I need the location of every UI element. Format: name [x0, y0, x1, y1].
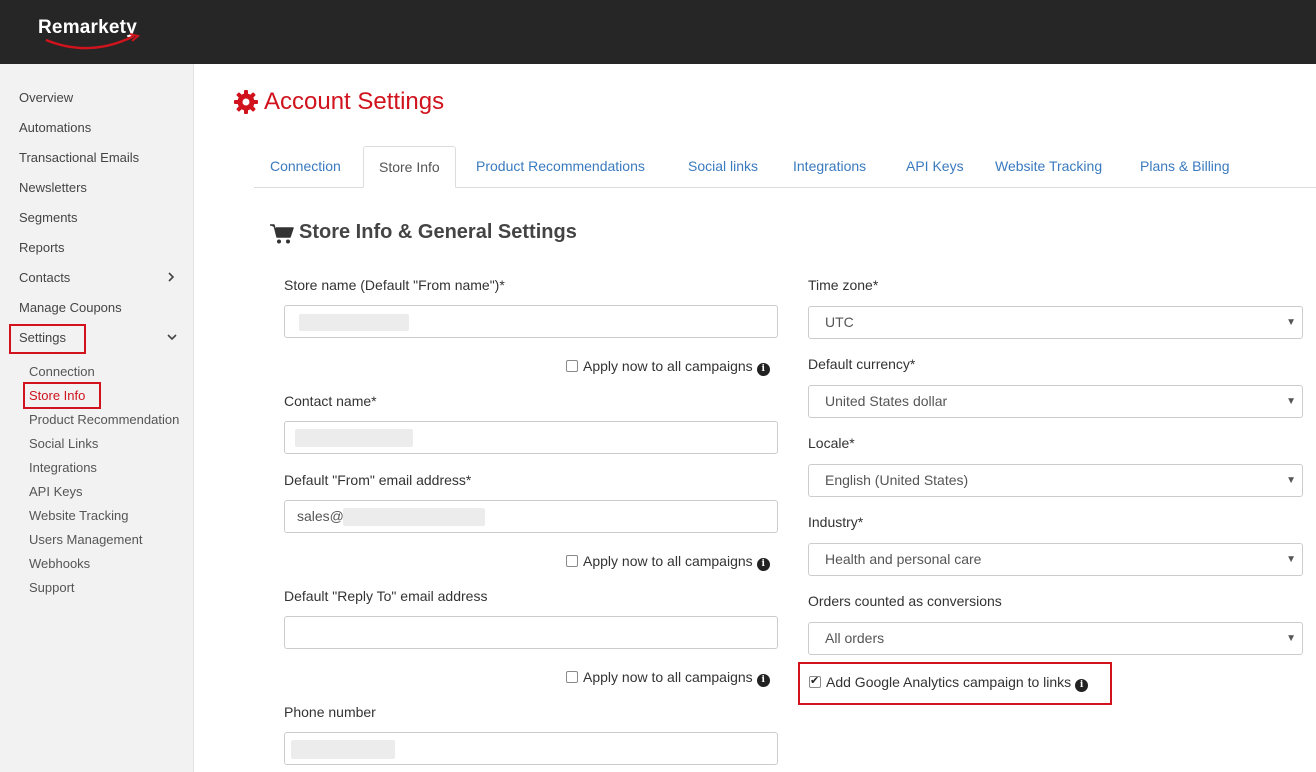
remarkety-logo[interactable]: Remarkety	[38, 16, 148, 50]
apply-label: Apply now to all campaigns	[583, 553, 753, 569]
sidebar-subitem-support[interactable]: Support	[29, 580, 75, 595]
gear-icon	[234, 90, 258, 114]
sidebar-subitem-api-keys[interactable]: API Keys	[29, 484, 82, 499]
contact-name-label: Contact name*	[284, 393, 377, 409]
tab-integrations[interactable]: Integrations	[778, 146, 881, 188]
chevron-down-icon[interactable]	[166, 331, 178, 346]
phone-input[interactable]	[284, 732, 778, 765]
sidebar: Overview Automations Transactional Email…	[0, 64, 194, 772]
reply-to-label: Default "Reply To" email address	[284, 588, 488, 604]
info-icon[interactable]: i	[756, 674, 770, 687]
orders-select[interactable]: All orders ▼	[808, 622, 1303, 655]
from-email-label: Default "From" email address*	[284, 472, 472, 488]
ga-label: Add Google Analytics campaign to links	[826, 674, 1072, 690]
settings-tabs: Connection Store Info Product Recommenda…	[254, 146, 1316, 188]
reply-to-input[interactable]	[284, 616, 778, 649]
sidebar-subitem-social-links[interactable]: Social Links	[29, 436, 98, 451]
tab-website-tracking[interactable]: Website Tracking	[980, 146, 1117, 188]
sidebar-subitem-webhooks[interactable]: Webhooks	[29, 556, 90, 571]
caret-down-icon: ▼	[1286, 317, 1296, 328]
store-name-label: Store name (Default "From name")*	[284, 277, 505, 293]
store-name-apply[interactable]: Apply now to all campaigns i	[566, 358, 770, 376]
tab-api-keys[interactable]: API Keys	[891, 146, 979, 188]
contact-name-input[interactable]	[284, 421, 778, 454]
sidebar-item-contacts[interactable]: Contacts	[19, 270, 70, 285]
from-email-apply[interactable]: Apply now to all campaigns i	[566, 553, 770, 571]
phone-label: Phone number	[284, 704, 376, 720]
tab-connection[interactable]: Connection	[255, 146, 356, 188]
redacted-value	[295, 429, 413, 447]
sidebar-item-automations[interactable]: Automations	[19, 120, 91, 135]
sidebar-item-newsletters[interactable]: Newsletters	[19, 180, 87, 195]
sidebar-item-manage-coupons[interactable]: Manage Coupons	[19, 300, 122, 315]
redacted-value	[343, 508, 485, 526]
info-icon[interactable]: i	[756, 558, 770, 571]
sidebar-subitem-integrations[interactable]: Integrations	[29, 460, 97, 475]
sidebar-item-segments[interactable]: Segments	[19, 210, 78, 225]
timezone-value: UTC	[825, 314, 854, 330]
redacted-value	[299, 314, 409, 331]
sidebar-subitem-website-tracking[interactable]: Website Tracking	[29, 508, 128, 523]
timezone-select[interactable]: UTC ▼	[808, 306, 1303, 339]
section-title: Store Info & General Settings	[299, 221, 577, 243]
tab-store-info[interactable]: Store Info	[363, 146, 456, 188]
chevron-right-icon[interactable]	[166, 271, 176, 286]
apply-label: Apply now to all campaigns	[583, 669, 753, 685]
tab-product-recommendations[interactable]: Product Recommendations	[461, 146, 660, 188]
cart-icon	[270, 223, 294, 245]
top-bar: Remarkety	[0, 0, 1316, 64]
currency-select[interactable]: United States dollar ▼	[808, 385, 1303, 418]
store-name-input[interactable]	[284, 305, 778, 338]
sidebar-subitem-users-management[interactable]: Users Management	[29, 532, 142, 547]
sidebar-subitem-store-info[interactable]: Store Info	[29, 388, 85, 403]
checkbox[interactable]	[566, 555, 578, 567]
redacted-value	[291, 740, 395, 759]
sidebar-subitem-connection[interactable]: Connection	[29, 364, 95, 379]
from-email-value: sales@	[297, 508, 344, 524]
sidebar-item-reports[interactable]: Reports	[19, 240, 65, 255]
orders-value: All orders	[825, 630, 885, 646]
timezone-label: Time zone*	[808, 277, 879, 293]
locale-label: Locale*	[808, 435, 855, 451]
tab-social-links[interactable]: Social links	[673, 146, 773, 188]
reply-to-apply[interactable]: Apply now to all campaigns i	[566, 669, 770, 687]
apply-label: Apply now to all campaigns	[583, 358, 753, 374]
locale-value: English (United States)	[825, 472, 969, 488]
from-email-input[interactable]: sales@	[284, 500, 778, 533]
industry-label: Industry*	[808, 514, 864, 530]
industry-value: Health and personal care	[825, 551, 982, 567]
sidebar-subitem-product-recommendation[interactable]: Product Recommendation	[29, 412, 179, 427]
ga-campaign-option[interactable]: Add Google Analytics campaign to linksi	[809, 674, 1089, 692]
page-title: Account Settings	[264, 88, 445, 115]
info-icon[interactable]: i	[756, 363, 770, 376]
checkbox[interactable]	[566, 360, 578, 372]
caret-down-icon: ▼	[1286, 475, 1296, 486]
industry-select[interactable]: Health and personal care ▼	[808, 543, 1303, 576]
caret-down-icon: ▼	[1286, 554, 1296, 565]
locale-select[interactable]: English (United States) ▼	[808, 464, 1303, 497]
logo-smile-icon	[45, 33, 141, 50]
sidebar-item-transactional-emails[interactable]: Transactional Emails	[19, 150, 139, 165]
caret-down-icon: ▼	[1286, 633, 1296, 644]
currency-value: United States dollar	[825, 393, 948, 409]
currency-label: Default currency*	[808, 356, 916, 372]
ga-checkbox[interactable]	[809, 674, 821, 688]
checkbox[interactable]	[566, 671, 578, 683]
sidebar-item-settings[interactable]: Settings	[19, 330, 66, 345]
orders-label: Orders counted as conversions	[808, 593, 1002, 609]
info-icon[interactable]: i	[1075, 679, 1089, 692]
tab-plans-billing[interactable]: Plans & Billing	[1125, 146, 1245, 188]
caret-down-icon: ▼	[1286, 396, 1296, 407]
sidebar-item-overview[interactable]: Overview	[19, 90, 73, 105]
